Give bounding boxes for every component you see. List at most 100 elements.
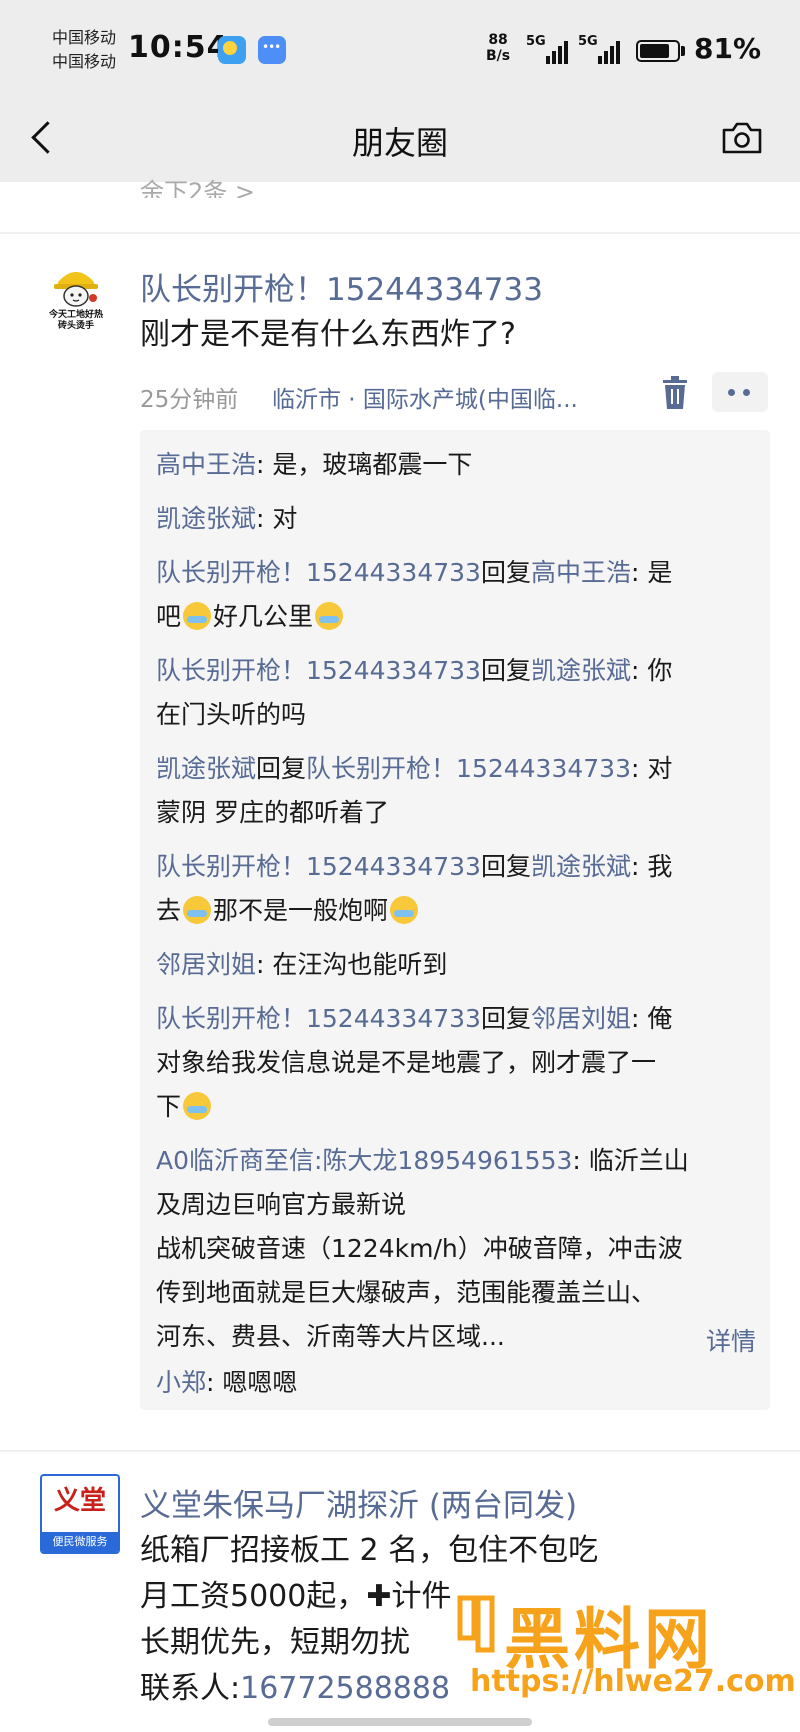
avatar[interactable]: 义堂 便民微服务 [40, 1474, 120, 1554]
laugh-cry-emoji-icon [183, 896, 212, 924]
comment-text: 好几公里 [213, 602, 314, 631]
page-title: 朋友圈 [351, 124, 448, 162]
watermark-logo-icon [457, 1595, 495, 1653]
battery-icon [636, 40, 680, 62]
comment-author[interactable]: 队长别开枪！15244334733 [156, 558, 481, 587]
home-indicator[interactable] [268, 1718, 532, 1726]
post-author[interactable]: 义堂朱保马厂湖探沂 (两台同发) [140, 1480, 577, 1525]
comment-continuation: 传到地面就是巨大爆破声，范围能覆盖兰山、 [156, 1278, 656, 1308]
comment-reply-target[interactable]: 凯途张斌 [531, 656, 631, 685]
comment-author[interactable]: 队长别开枪！15244334733 [156, 852, 481, 881]
comment-author[interactable]: 凯途张斌 [156, 504, 256, 533]
comment-reply-target[interactable]: 邻居刘姐 [531, 1004, 631, 1033]
comment-author[interactable]: 凯途张斌 [156, 754, 256, 783]
post-text: 刚才是不是有什么东西炸了? [140, 317, 516, 352]
comment[interactable]: 队长别开枪！15244334733回复高中王浩: 是 [156, 558, 672, 588]
comment-text: : 是，玻璃都震一下 [256, 450, 473, 479]
comment[interactable]: 队长别开枪！15244334733回复邻居刘姐: 俺 [156, 1004, 672, 1034]
comment[interactable]: 邻居刘姐: 在汪沟也能听到 [156, 950, 447, 980]
comment-text: : 对 [256, 504, 298, 533]
comment-list: 高中王浩: 是，玻璃都震一下 凯途张斌: 对 队长别开枪！15244334733… [140, 430, 770, 1410]
comment[interactable]: 凯途张斌: 对 [156, 504, 297, 534]
comment-continuation: 去 那不是一般炮啊 [156, 896, 420, 926]
post-text-line: 月工资5000起，✚计件 [140, 1579, 452, 1614]
trash-icon [663, 376, 687, 409]
post-text-line: 长期优先，短期勿扰 [140, 1625, 410, 1660]
more-dots-icon[interactable] [712, 372, 768, 412]
comment-author[interactable]: A0临沂商至信:陈大龙18954961553 [156, 1146, 572, 1175]
clock: 10:54 [128, 30, 229, 65]
comment-reply-target[interactable]: 凯途张斌 [531, 852, 631, 881]
reply-label: 回复 [480, 1004, 531, 1033]
weather-icon [218, 36, 246, 64]
comment[interactable]: 凯途张斌回复队长别开枪！15244334733: 对 [156, 754, 672, 784]
comment-text: : 临沂兰山 [572, 1146, 689, 1175]
comment-continuation: 在门头听的吗 [156, 700, 306, 730]
comment[interactable]: 小郑: 嗯嗯嗯 [156, 1368, 297, 1398]
signal-2-label: 5G [578, 34, 598, 49]
phone-link[interactable]: 16772588888 [240, 1671, 450, 1706]
watermark-url: https://hlwe27.com [470, 1664, 796, 1699]
expand-more-comments[interactable]: 余下2条 > [140, 172, 255, 198]
battery-percent: 81% [694, 32, 762, 65]
comment-text: 河东、费县、沂南等大片区域... [156, 1322, 505, 1351]
network-speed-unit: B/s [486, 48, 511, 64]
comment-text: 对象给我发信息说是不是地震了，刚才震了一 [156, 1048, 657, 1077]
comment-text: : 对 [631, 754, 673, 783]
delete-button[interactable] [660, 376, 690, 410]
avatar-caption-2: 砖头烫手 [57, 321, 94, 331]
laugh-cry-emoji-icon [315, 602, 344, 630]
comment-author[interactable]: 队长别开枪！15244334733 [156, 656, 481, 685]
comment-continuation: 战机突破音速（1224km/h）冲破音障，冲击波 [156, 1234, 683, 1264]
comment-text: 吧 [156, 602, 182, 631]
divider [0, 232, 800, 234]
laugh-cry-emoji-icon [183, 1092, 212, 1120]
comment[interactable]: 高中王浩: 是，玻璃都震一下 [156, 450, 472, 480]
comment-author[interactable]: 队长别开枪！15244334733 [156, 1004, 481, 1033]
carrier-labels: 中国移动 中国移动 [52, 26, 116, 74]
comment-continuation: 及周边巨响官方最新说 [156, 1190, 406, 1220]
comment-reply-target[interactable]: 高中王浩 [531, 558, 631, 587]
comment-author[interactable]: 高中王浩 [156, 450, 256, 479]
watermark: 黑料网 https://hlwe27.com [440, 1586, 796, 1732]
camera-icon [722, 122, 762, 154]
comment[interactable]: 队长别开枪！15244334733回复凯途张斌: 我 [156, 852, 672, 882]
message-icon [258, 36, 286, 64]
comment-text: : 俺 [631, 1004, 673, 1033]
divider [0, 1450, 800, 1452]
reply-label: 回复 [480, 852, 531, 881]
avatar-caption-1: 今天工地好热 [48, 310, 103, 320]
comment-text: 下 [156, 1092, 182, 1121]
avatar[interactable]: 今天工地好热 砖头烫手 [40, 260, 112, 332]
signal-1-label: 5G [526, 34, 546, 49]
comment-reply-target[interactable]: 队长别开枪！15244334733 [306, 754, 631, 783]
comment-text: : 在汪沟也能听到 [256, 950, 448, 979]
comment-continuation: 对象给我发信息说是不是地震了，刚才震了一 [156, 1048, 656, 1078]
comment[interactable]: A0临沂商至信:陈大龙18954961553: 临沂兰山 [156, 1146, 689, 1176]
comment-text: 战机突破音速（1224km/h）冲破音障，冲击波 [156, 1234, 683, 1263]
comment-author[interactable]: 小郑 [156, 1368, 206, 1397]
post-location[interactable]: 临沂市 · 国际水产城(中国临... [272, 380, 578, 414]
comment-author[interactable]: 邻居刘姐 [156, 950, 256, 979]
camera-button[interactable] [720, 118, 764, 158]
post-author[interactable]: 队长别开枪！15244334733 [140, 264, 543, 309]
signal-icon-1: 5G [526, 34, 570, 64]
reply-label: 回复 [256, 754, 307, 783]
comment[interactable]: 队长别开枪！15244334733回复凯途张斌: 你 [156, 656, 672, 686]
post-text-line: 纸箱厂招接板工 2 名，包住不包吃 [140, 1533, 599, 1568]
comment-text: 那不是一般炮啊 [213, 896, 389, 925]
carrier-1: 中国移动 [52, 28, 117, 47]
comment-text: : 我 [631, 852, 673, 881]
post-text-line: 联系人:16772588888 [140, 1668, 450, 1710]
network-speed-value: 88 [488, 32, 508, 48]
laugh-cry-emoji-icon [183, 602, 212, 630]
contact-label: 联系人: [140, 1671, 241, 1706]
comment-text: 传到地面就是巨大爆破声，范围能覆盖兰山、 [156, 1278, 657, 1307]
comment-continuation: 蒙阴 罗庄的都听着了 [156, 798, 389, 828]
detail-link[interactable]: 详情 [706, 1322, 756, 1358]
signal-icon-2: 5G [578, 34, 622, 64]
reply-label: 回复 [480, 558, 531, 587]
comment-continuation: 下 [156, 1092, 213, 1122]
comment-text: 及周边巨响官方最新说 [156, 1190, 407, 1219]
comment-continuation: 河东、费县、沂南等大片区域... [156, 1322, 505, 1352]
